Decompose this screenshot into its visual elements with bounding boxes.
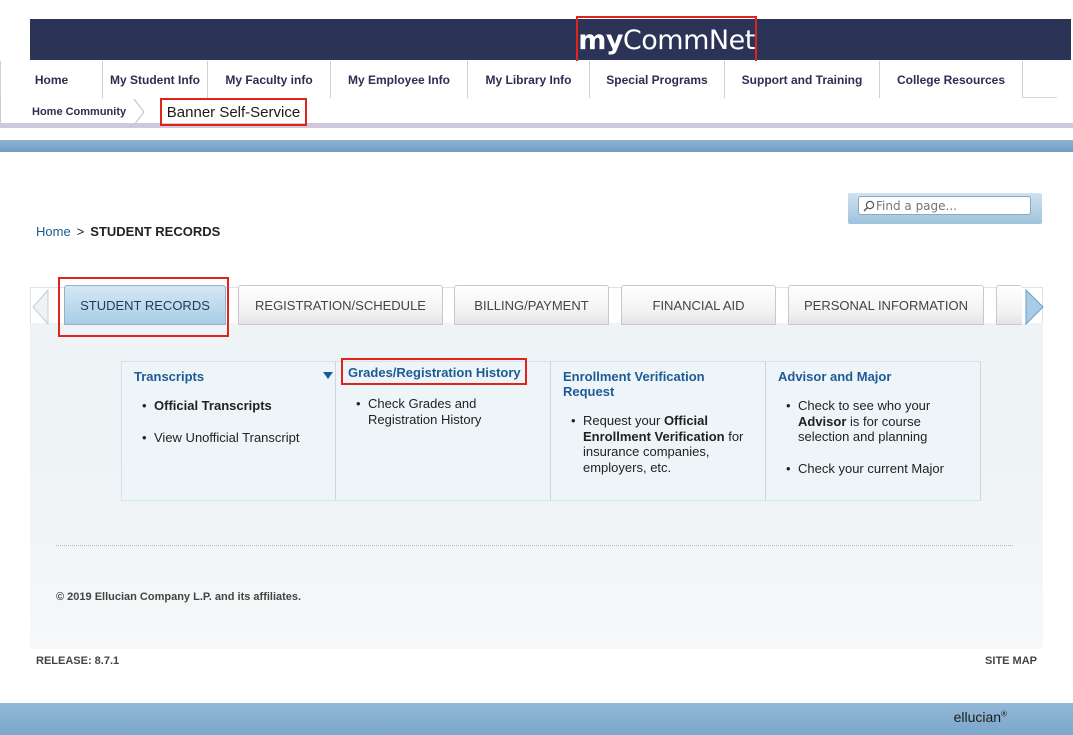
community-current[interactable]: Banner Self-Service bbox=[160, 98, 307, 126]
breadcrumb-separator: > bbox=[76, 224, 85, 239]
section-list: Official Transcripts View Unofficial Tra… bbox=[134, 398, 323, 445]
copyright-text: © 2019 Ellucian Company L.P. and its aff… bbox=[56, 591, 302, 603]
top-banner bbox=[30, 19, 1071, 60]
page: my CommNet Home My Student Info My Facult… bbox=[0, 0, 1073, 735]
nav-my-student-info[interactable]: My Student Info bbox=[103, 61, 208, 98]
section-title-transcripts[interactable]: Transcripts bbox=[134, 369, 323, 384]
search-input[interactable] bbox=[858, 196, 1031, 215]
section-title-enrollment-verification[interactable]: Enrollment Verification Request bbox=[563, 369, 753, 399]
breadcrumb: Home > STUDENT RECORDS bbox=[36, 224, 220, 239]
list-item-check-grades[interactable]: Check Grades and Registration History bbox=[348, 396, 538, 427]
registered-mark: ® bbox=[1001, 709, 1007, 719]
logo-part-my: my bbox=[578, 24, 623, 56]
tab-highlight bbox=[58, 277, 229, 337]
nav-my-library-info[interactable]: My Library Info bbox=[468, 61, 590, 98]
section-grades: Grades/Registration History Check Grades… bbox=[336, 358, 551, 501]
content-divider bbox=[56, 545, 1013, 546]
section-list: Request your Official Enrollment Verific… bbox=[563, 413, 753, 475]
logo-part-commnet: CommNet bbox=[622, 24, 755, 56]
tab-scroll-left-icon[interactable] bbox=[31, 289, 49, 325]
list-item-official-transcripts[interactable]: Official Transcripts bbox=[134, 398, 323, 414]
ellucian-logo-text: ellucian bbox=[953, 709, 1002, 725]
tab-personal-information[interactable]: PERSONAL INFORMATION bbox=[788, 285, 984, 325]
search-widget bbox=[848, 193, 1042, 224]
section-advisor-major: Advisor and Major Check to see who your … bbox=[766, 361, 981, 501]
nav-special-programs[interactable]: Special Programs bbox=[590, 61, 725, 98]
section-list: Check to see who your Advisor is for cou… bbox=[778, 398, 968, 476]
nav-support-and-training[interactable]: Support and Training bbox=[725, 61, 880, 98]
section-list: Check Grades and Registration History bbox=[348, 396, 538, 427]
nav-college-resources[interactable]: College Resources bbox=[880, 61, 1023, 98]
tab-scroll-right-icon[interactable] bbox=[1024, 289, 1044, 325]
breadcrumb-current: STUDENT RECORDS bbox=[90, 224, 221, 239]
tab-billing-payment[interactable]: BILLING/PAYMENT bbox=[454, 285, 609, 325]
section-enrollment-verification: Enrollment Verification Request Request … bbox=[551, 361, 766, 501]
community-home-link[interactable]: Home Community bbox=[0, 98, 138, 126]
main-nav: Home My Student Info My Faculty info My … bbox=[0, 61, 1057, 98]
list-item-view-unofficial-transcript[interactable]: View Unofficial Transcript bbox=[134, 430, 323, 446]
mycommnet-logo[interactable]: my CommNet bbox=[576, 16, 757, 64]
nav-home[interactable]: Home bbox=[0, 61, 103, 98]
list-item-check-advisor[interactable]: Check to see who your Advisor is for cou… bbox=[778, 398, 968, 445]
chevron-right-icon bbox=[133, 99, 145, 125]
community-bar: Home Community Banner Self-Service bbox=[0, 98, 1073, 128]
section-transcripts: Transcripts Official Transcripts View Un… bbox=[121, 361, 336, 501]
search-icon bbox=[863, 200, 875, 212]
list-item-check-major[interactable]: Check your current Major bbox=[778, 461, 968, 477]
triangle-down-icon[interactable] bbox=[323, 372, 333, 379]
nav-my-faculty-info[interactable]: My Faculty info bbox=[208, 61, 331, 98]
ellucian-logo: ellucian® bbox=[954, 709, 1007, 725]
nav-my-employee-info[interactable]: My Employee Info bbox=[331, 61, 468, 98]
tab-partial[interactable] bbox=[996, 285, 1022, 325]
header-divider-bar bbox=[0, 140, 1073, 152]
section-grid: Transcripts Official Transcripts View Un… bbox=[121, 358, 981, 501]
list-item-request-enrollment-verification[interactable]: Request your Official Enrollment Verific… bbox=[563, 413, 753, 475]
tab-registration-schedule[interactable]: REGISTRATION/SCHEDULE bbox=[238, 285, 443, 325]
release-version: RELEASE: 8.7.1 bbox=[36, 655, 120, 667]
breadcrumb-home-link[interactable]: Home bbox=[36, 224, 71, 239]
section-title-grades-registration-history[interactable]: Grades/Registration History bbox=[341, 358, 527, 385]
site-map-link[interactable]: SITE MAP bbox=[985, 655, 1037, 667]
section-title-advisor-and-major[interactable]: Advisor and Major bbox=[778, 369, 968, 384]
tab-financial-aid[interactable]: FINANCIAL AID bbox=[621, 285, 776, 325]
footer-bar bbox=[0, 703, 1073, 735]
